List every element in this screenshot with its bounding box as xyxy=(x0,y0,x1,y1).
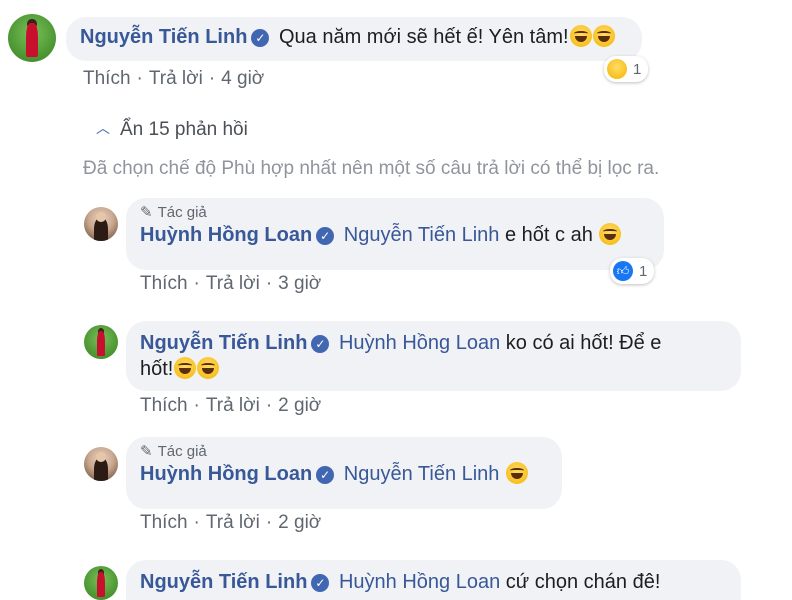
laughing-emoji-icon xyxy=(592,25,615,47)
reaction-count: 1 xyxy=(633,60,642,78)
timestamp[interactable]: 4 giờ xyxy=(221,68,264,89)
reply-link[interactable]: Trả lời xyxy=(149,68,203,89)
avatar[interactable] xyxy=(84,207,118,241)
reply-text: e hốt c ah xyxy=(505,224,593,246)
reaction-summary[interactable]: 1 xyxy=(604,56,649,82)
mention-link[interactable]: Huỳnh Hồng Loan xyxy=(339,332,500,354)
reply-author[interactable]: Huỳnh Hồng Loan xyxy=(140,224,312,246)
hide-replies-label: Ẩn 15 phản hồi xyxy=(120,119,248,140)
reply-bubble: Nguyễn Tiến Linh ✓ Huỳnh Hồng Loan cứ chọ… xyxy=(126,560,741,600)
timestamp[interactable]: 2 giờ xyxy=(278,395,321,416)
grinning-squinting-emoji-icon xyxy=(599,223,622,245)
like-reaction-icon: 👍︎ xyxy=(613,261,633,281)
verified-icon: ✓ xyxy=(316,227,335,245)
comment-bubble: Nguyễn Tiến Linh ✓ Qua năm mới sẽ hết ế! … xyxy=(66,17,642,61)
reply-actions: Thích · Trả lời · 2 giờ xyxy=(140,512,322,533)
reply-link[interactable]: Trả lời xyxy=(206,512,260,533)
mention-link[interactable]: Nguyễn Tiến Linh xyxy=(344,224,500,246)
avatar[interactable] xyxy=(84,566,118,600)
verified-icon: ✓ xyxy=(311,335,330,353)
like-link[interactable]: Thích xyxy=(140,512,188,533)
laughing-emoji-icon xyxy=(174,357,197,379)
author-badge: ✎ Tác giả xyxy=(140,204,207,221)
reply-bubble: ✎ Tác giả Huỳnh Hồng Loan ✓ Nguyễn Tiến Li… xyxy=(126,198,664,270)
hide-replies-link[interactable]: ︿ Ẩn 15 phản hồi xyxy=(96,118,248,141)
avatar[interactable] xyxy=(8,14,56,62)
laughing-emoji-icon xyxy=(569,25,592,47)
avatar[interactable] xyxy=(84,325,118,359)
timestamp[interactable]: 2 giờ xyxy=(278,512,321,533)
reply-link[interactable]: Trả lời xyxy=(206,273,260,294)
author-badge: ✎ Tác giả xyxy=(140,443,207,460)
like-link[interactable]: Thích xyxy=(140,395,188,416)
reply-text: ko có ai hốt! Để e xyxy=(505,332,662,354)
like-link[interactable]: Thích xyxy=(83,68,131,89)
reply-author[interactable]: Huỳnh Hồng Loan xyxy=(140,463,312,485)
reply-text-line2: hốt! xyxy=(140,358,174,380)
reply-link[interactable]: Trả lời xyxy=(206,395,260,416)
pencil-icon: ✎ xyxy=(140,204,153,221)
grinning-squinting-emoji-icon xyxy=(506,462,528,484)
reply-bubble: Nguyễn Tiến Linh ✓ Huỳnh Hồng Loan ko có … xyxy=(126,321,741,391)
like-link[interactable]: Thích xyxy=(140,273,188,294)
verified-icon: ✓ xyxy=(311,574,330,592)
reaction-summary[interactable]: 👍︎ 1 xyxy=(610,258,655,284)
chevron-up-icon: ︿ xyxy=(96,120,110,136)
timestamp[interactable]: 3 giờ xyxy=(278,273,321,294)
comment-actions: Thích · Trả lời · 4 giờ xyxy=(83,68,265,89)
mention-link[interactable]: Huỳnh Hồng Loan xyxy=(339,571,500,593)
reply-text: cứ chọn chán đê! xyxy=(505,571,661,593)
mention-link[interactable]: Nguyễn Tiến Linh xyxy=(344,463,500,485)
pencil-icon: ✎ xyxy=(140,443,153,460)
comment-author[interactable]: Nguyễn Tiến Linh xyxy=(80,26,247,48)
laughing-emoji-icon xyxy=(197,357,220,379)
verified-icon: ✓ xyxy=(251,29,270,47)
haha-reaction-icon xyxy=(607,59,627,79)
reply-author[interactable]: Nguyễn Tiến Linh xyxy=(140,571,307,593)
reply-author[interactable]: Nguyễn Tiến Linh xyxy=(140,332,307,354)
reaction-count: 1 xyxy=(639,262,648,280)
reply-actions: Thích · Trả lời · 2 giờ xyxy=(140,395,322,416)
comment-text: Qua năm mới sẽ hết ế! Yên tâm! xyxy=(278,26,569,48)
verified-icon: ✓ xyxy=(316,466,335,484)
reply-actions: Thích · Trả lời · 3 giờ xyxy=(140,273,322,294)
reply-bubble: ✎ Tác giả Huỳnh Hồng Loan ✓ Nguyễn Tiến Li… xyxy=(126,437,562,509)
avatar[interactable] xyxy=(84,447,118,481)
filter-note: Đã chọn chế độ Phù hợp nhất nên một số c… xyxy=(83,158,660,179)
